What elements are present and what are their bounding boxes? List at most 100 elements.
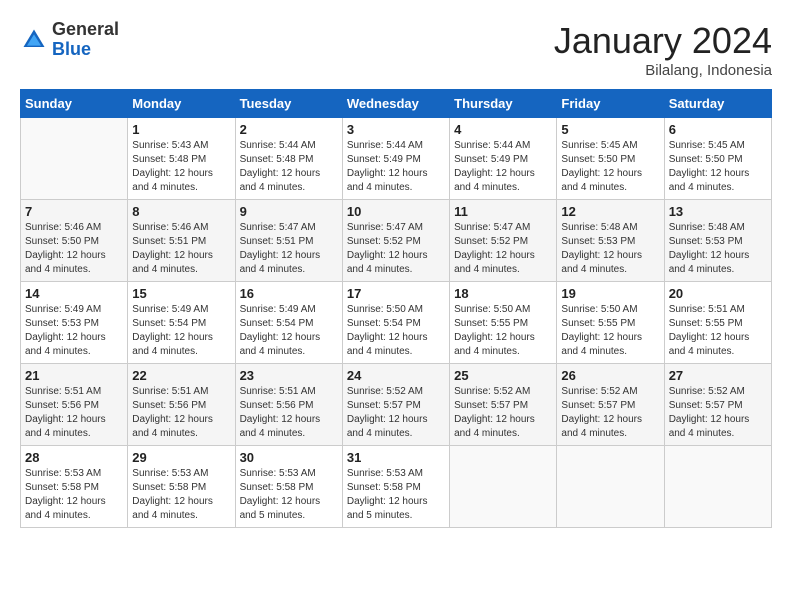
day-info: Sunrise: 5:45 AMSunset: 5:50 PMDaylight:… [669,139,767,195]
logo-text: General Blue [52,20,119,60]
day-info: Sunrise: 5:49 AMSunset: 5:54 PMDaylight:… [132,303,230,359]
calendar-week-row: 28 Sunrise: 5:53 AMSunset: 5:58 PMDayligh… [21,446,772,528]
weekday-header-thursday: Thursday [450,90,557,118]
calendar-cell: 23Sunrise: 5:51 AMSunset: 5:56 PMDayligh… [235,364,342,446]
weekday-header-friday: Friday [557,90,664,118]
calendar-cell: 10Sunrise: 5:47 AMSunset: 5:52 PMDayligh… [342,200,449,282]
calendar-cell [21,118,128,200]
day-number: 6 [669,122,767,137]
calendar-cell: 26 Sunrise: 5:52 AMSunset: 5:57 PMDayligh… [557,364,664,446]
calendar-cell: 19 Sunrise: 5:50 AMSunset: 5:55 PMDayligh… [557,282,664,364]
day-number: 11 [454,204,552,219]
calendar-cell: 9 Sunrise: 5:47 AMSunset: 5:51 PMDaylight… [235,200,342,282]
day-number: 30 [240,450,338,465]
calendar-cell: 22 Sunrise: 5:51 AMSunset: 5:56 PMDayligh… [128,364,235,446]
calendar-cell: 25 Sunrise: 5:52 AMSunset: 5:57 PMDayligh… [450,364,557,446]
calendar-cell: 29 Sunrise: 5:53 AMSunset: 5:58 PMDayligh… [128,446,235,528]
day-info: Sunrise: 5:47 AMSunset: 5:51 PMDaylight:… [240,221,338,277]
day-number: 16 [240,286,338,301]
day-info: Sunrise: 5:46 AMSunset: 5:51 PMDaylight:… [132,221,230,277]
calendar-cell: 6 Sunrise: 5:45 AMSunset: 5:50 PMDaylight… [664,118,771,200]
calendar-cell: 7Sunrise: 5:46 AMSunset: 5:50 PMDaylight… [21,200,128,282]
day-number: 1 [132,122,230,137]
day-info: Sunrise: 5:44 AMSunset: 5:49 PMDaylight:… [454,139,552,195]
day-number: 9 [240,204,338,219]
day-number: 27 [669,368,767,383]
day-info: Sunrise: 5:52 AMSunset: 5:57 PMDaylight:… [454,385,552,441]
day-info: Sunrise: 5:49 AMSunset: 5:53 PMDaylight:… [25,303,123,359]
day-number: 20 [669,286,767,301]
day-info: Sunrise: 5:47 AMSunset: 5:52 PMDaylight:… [454,221,552,277]
day-number: 28 [25,450,123,465]
day-info: Sunrise: 5:43 AMSunset: 5:48 PMDaylight:… [132,139,230,195]
day-number: 29 [132,450,230,465]
day-number: 24 [347,368,445,383]
day-info: Sunrise: 5:50 AMSunset: 5:54 PMDaylight:… [347,303,445,359]
weekday-header-tuesday: Tuesday [235,90,342,118]
day-info: Sunrise: 5:53 AMSunset: 5:58 PMDaylight:… [347,467,445,523]
calendar-table: SundayMondayTuesdayWednesdayThursdayFrid… [20,89,772,528]
calendar-cell: 30Sunrise: 5:53 AMSunset: 5:58 PMDayligh… [235,446,342,528]
calendar-cell [557,446,664,528]
day-info: Sunrise: 5:49 AMSunset: 5:54 PMDaylight:… [240,303,338,359]
calendar-cell: 24 Sunrise: 5:52 AMSunset: 5:57 PMDayligh… [342,364,449,446]
calendar-cell [450,446,557,528]
calendar-cell: 16 Sunrise: 5:49 AMSunset: 5:54 PMDayligh… [235,282,342,364]
day-number: 22 [132,368,230,383]
calendar-week-row: 1 Sunrise: 5:43 AMSunset: 5:48 PMDaylight… [21,118,772,200]
day-number: 12 [561,204,659,219]
day-number: 17 [347,286,445,301]
day-number: 18 [454,286,552,301]
calendar-title: January 2024 [554,20,772,62]
calendar-cell: 1 Sunrise: 5:43 AMSunset: 5:48 PMDaylight… [128,118,235,200]
day-info: Sunrise: 5:52 AMSunset: 5:57 PMDaylight:… [347,385,445,441]
weekday-header-sunday: Sunday [21,90,128,118]
day-info: Sunrise: 5:45 AMSunset: 5:50 PMDaylight:… [561,139,659,195]
calendar-cell: 20 Sunrise: 5:51 AMSunset: 5:55 PMDayligh… [664,282,771,364]
calendar-week-row: 7Sunrise: 5:46 AMSunset: 5:50 PMDaylight… [21,200,772,282]
day-number: 21 [25,368,123,383]
day-number: 14 [25,286,123,301]
calendar-body: 1 Sunrise: 5:43 AMSunset: 5:48 PMDaylight… [21,118,772,528]
day-info: Sunrise: 5:51 AMSunset: 5:56 PMDaylight:… [132,385,230,441]
calendar-cell: 4 Sunrise: 5:44 AMSunset: 5:49 PMDaylight… [450,118,557,200]
title-block: January 2024 Bilalang, Indonesia [554,20,772,79]
calendar-cell: 28Sunrise: 5:53 AMSunset: 5:58 PMDayligh… [21,446,128,528]
day-info: Sunrise: 5:48 AMSunset: 5:53 PMDaylight:… [669,221,767,277]
day-info: Sunrise: 5:48 AMSunset: 5:53 PMDaylight:… [561,221,659,277]
calendar-cell: 12 Sunrise: 5:48 AMSunset: 5:53 PMDayligh… [557,200,664,282]
day-number: 25 [454,368,552,383]
calendar-cell: 3Sunrise: 5:44 AMSunset: 5:49 PMDaylight… [342,118,449,200]
day-number: 4 [454,122,552,137]
day-info: Sunrise: 5:44 AMSunset: 5:49 PMDaylight:… [347,139,445,195]
day-info: Sunrise: 5:51 AMSunset: 5:56 PMDaylight:… [240,385,338,441]
calendar-cell: 31Sunrise: 5:53 AMSunset: 5:58 PMDayligh… [342,446,449,528]
day-info: Sunrise: 5:53 AMSunset: 5:58 PMDaylight:… [132,467,230,523]
calendar-cell [664,446,771,528]
calendar-cell: 18Sunrise: 5:50 AMSunset: 5:55 PMDayligh… [450,282,557,364]
calendar-cell: 2Sunrise: 5:44 AMSunset: 5:48 PMDaylight… [235,118,342,200]
day-info: Sunrise: 5:51 AMSunset: 5:56 PMDaylight:… [25,385,123,441]
day-number: 8 [132,204,230,219]
calendar-cell: 8 Sunrise: 5:46 AMSunset: 5:51 PMDaylight… [128,200,235,282]
day-number: 26 [561,368,659,383]
calendar-cell: 17 Sunrise: 5:50 AMSunset: 5:54 PMDayligh… [342,282,449,364]
calendar-subtitle: Bilalang, Indonesia [554,62,772,79]
day-number: 15 [132,286,230,301]
weekday-header-monday: Monday [128,90,235,118]
day-info: Sunrise: 5:52 AMSunset: 5:57 PMDaylight:… [561,385,659,441]
logo-blue-text: Blue [52,40,119,60]
calendar-header: SundayMondayTuesdayWednesdayThursdayFrid… [21,90,772,118]
calendar-cell: 27 Sunrise: 5:52 AMSunset: 5:57 PMDayligh… [664,364,771,446]
logo-icon [20,26,48,54]
day-info: Sunrise: 5:50 AMSunset: 5:55 PMDaylight:… [561,303,659,359]
day-info: Sunrise: 5:47 AMSunset: 5:52 PMDaylight:… [347,221,445,277]
day-number: 13 [669,204,767,219]
day-number: 19 [561,286,659,301]
day-info: Sunrise: 5:52 AMSunset: 5:57 PMDaylight:… [669,385,767,441]
weekday-header-saturday: Saturday [664,90,771,118]
day-info: Sunrise: 5:51 AMSunset: 5:55 PMDaylight:… [669,303,767,359]
calendar-cell: 21 Sunrise: 5:51 AMSunset: 5:56 PMDayligh… [21,364,128,446]
day-number: 5 [561,122,659,137]
page-header: General Blue January 2024 Bilalang, Indo… [20,20,772,79]
